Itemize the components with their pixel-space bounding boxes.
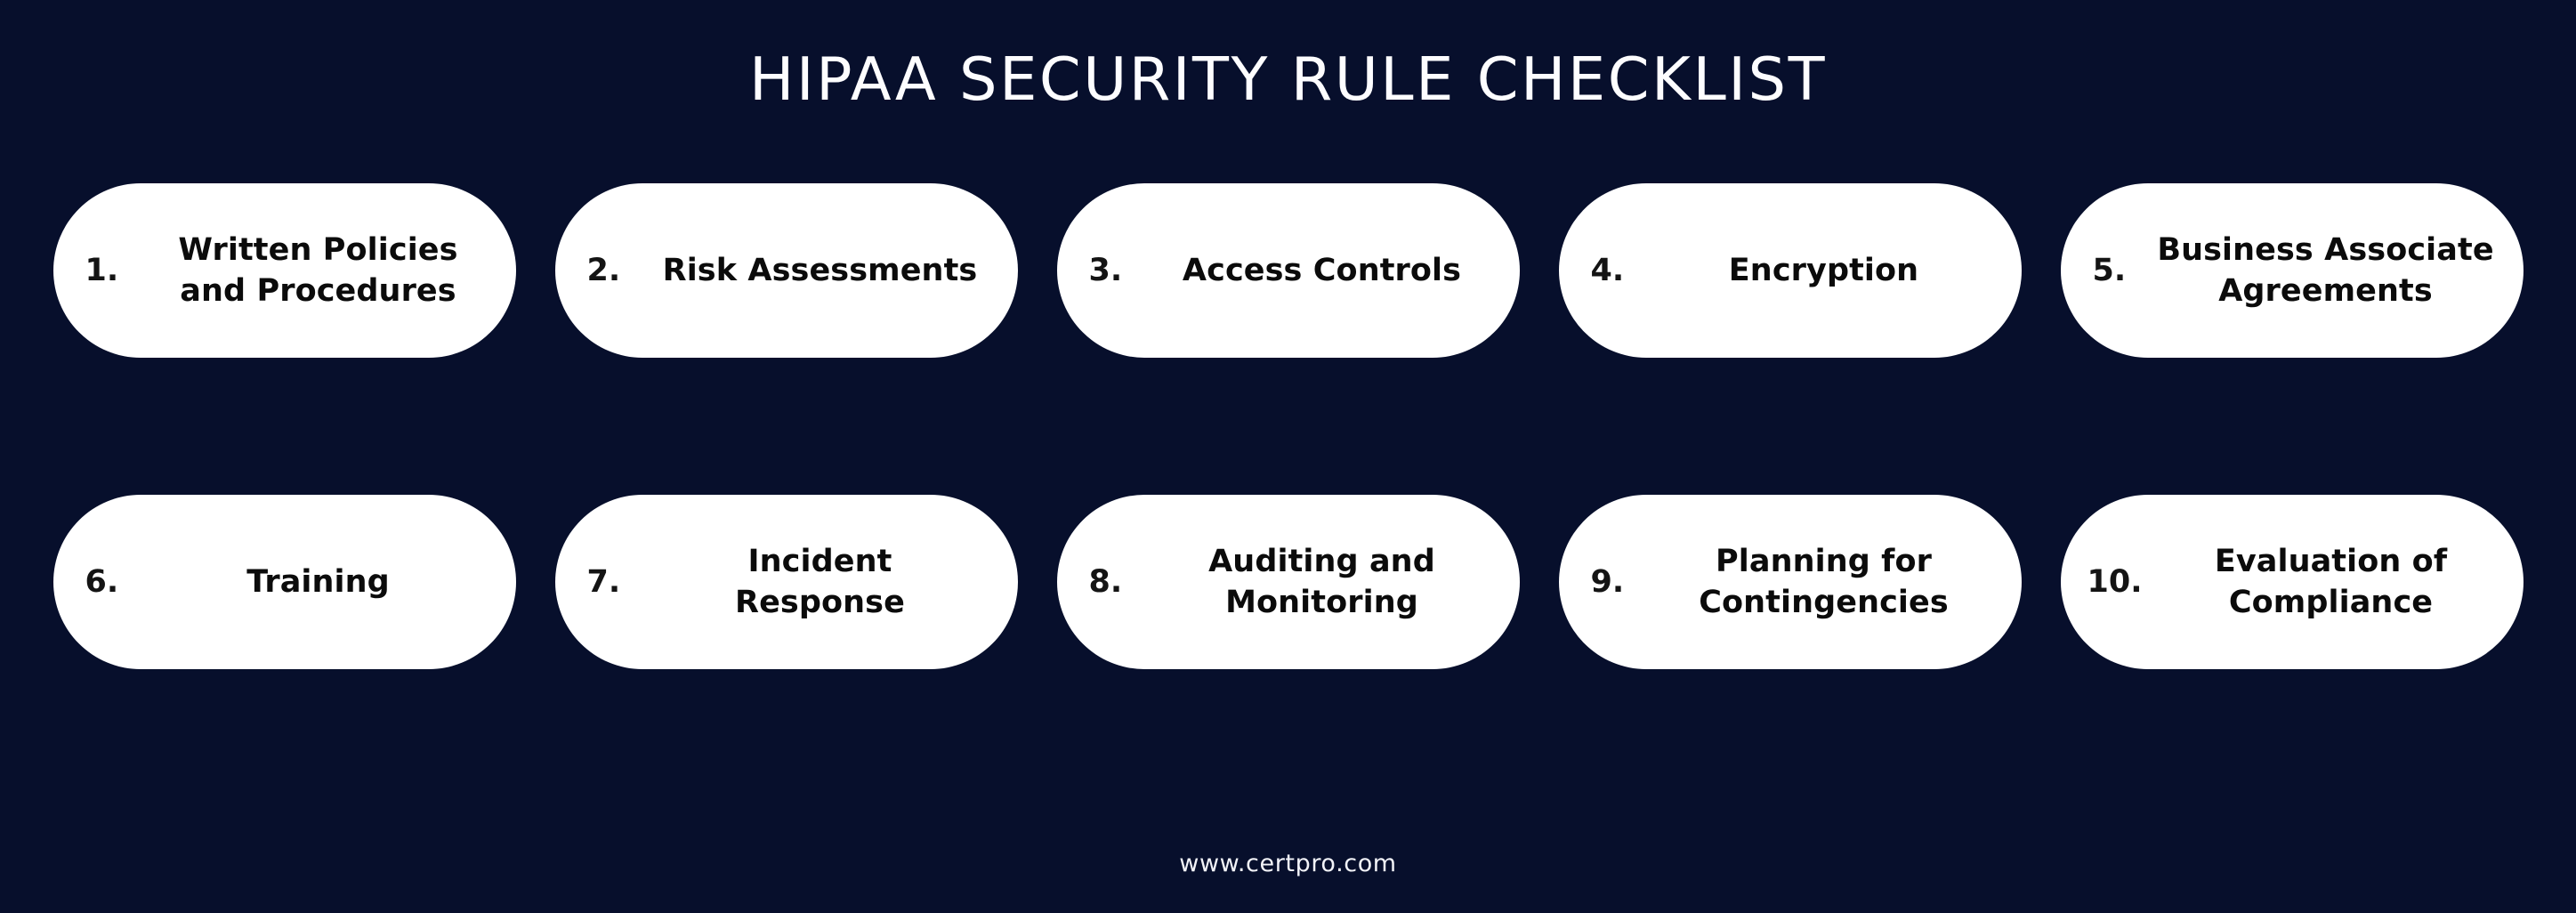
checklist-item-label: Planning for Contingencies — [1651, 541, 2006, 623]
checklist-item-1[interactable]: 1. Written Policies and Procedures — [52, 183, 516, 359]
checklist-item-label: Training — [146, 562, 500, 602]
checklist-item-5[interactable]: 5. Business Associate Agreements — [2060, 183, 2524, 359]
checklist-item-2[interactable]: 2. Risk Assessments — [554, 183, 1018, 359]
checklist-row-1: 1. Written Policies and Procedures 2. Ri… — [0, 183, 2576, 359]
checklist-item-number: 9. — [1590, 563, 1625, 600]
label-line: Auditing and — [1208, 544, 1435, 580]
checklist-item-number: 1. — [85, 252, 119, 288]
label-line: Written Policies — [178, 232, 458, 269]
label-line: Compliance — [2228, 585, 2434, 621]
footer: www.certpro.com — [0, 850, 2576, 877]
infographic-canvas: HIPAA SECURITY RULE CHECKLIST 1. Written… — [0, 0, 2576, 913]
checklist-item-number: 2. — [586, 252, 621, 288]
checklist-item-label: Evaluation of Compliance — [2164, 541, 2507, 623]
checklist-item-number: 10. — [2087, 563, 2143, 600]
checklist-item-7[interactable]: 7. Incident Response — [554, 495, 1018, 670]
label-line: Monitoring — [1225, 585, 1418, 621]
label-line: Contingencies — [1699, 585, 1949, 621]
checklist-item-label: Incident Response — [648, 541, 1002, 623]
checklist-item-label: Written Policies and Procedures — [146, 230, 500, 311]
checklist-item-3[interactable]: 3. Access Controls — [1056, 183, 1520, 359]
label-line: Business Associate — [2157, 232, 2494, 269]
checklist-item-number: 8. — [1088, 563, 1123, 600]
label-line: and Procedures — [180, 273, 456, 310]
checklist-item-4[interactable]: 4. Encryption — [1558, 183, 2022, 359]
checklist-item-number: 6. — [85, 563, 119, 600]
checklist-row-2: 6. Training 7. Incident Response 8. Audi… — [0, 495, 2576, 670]
checklist-item-label: Risk Assessments — [648, 250, 1002, 291]
label-line: Encryption — [1728, 253, 1919, 289]
label-line: Planning for — [1716, 544, 1932, 580]
page-title: HIPAA SECURITY RULE CHECKLIST — [748, 44, 1828, 114]
checklist-item-number: 3. — [1088, 252, 1123, 288]
label-line: Response — [735, 585, 905, 621]
checklist-item-number: 4. — [1590, 252, 1625, 288]
checklist-item-8[interactable]: 8. Auditing and Monitoring — [1056, 495, 1520, 670]
label-line: Evaluation of — [2214, 544, 2448, 580]
checklist-item-label: Auditing and Monitoring — [1150, 541, 1504, 623]
checklist-item-10[interactable]: 10. Evaluation of Compliance — [2060, 495, 2524, 670]
footer-website-url[interactable]: www.certpro.com — [1179, 850, 1396, 877]
checklist-item-number: 5. — [2092, 252, 2127, 288]
label-line: Incident — [747, 544, 892, 580]
checklist-item-number: 7. — [586, 563, 621, 600]
checklist-item-9[interactable]: 9. Planning for Contingencies — [1558, 495, 2022, 670]
label-line: Agreements — [2218, 273, 2433, 310]
label-line: Access Controls — [1182, 253, 1462, 289]
checklist-item-label: Encryption — [1651, 250, 2006, 291]
checklist-rows: 1. Written Policies and Procedures 2. Ri… — [0, 183, 2576, 670]
checklist-item-label: Access Controls — [1150, 250, 1504, 291]
label-line: Risk Assessments — [662, 253, 978, 289]
checklist-item-6[interactable]: 6. Training — [52, 495, 516, 670]
label-line: Training — [246, 564, 390, 601]
checklist-item-label: Business Associate Agreements — [2153, 230, 2507, 311]
